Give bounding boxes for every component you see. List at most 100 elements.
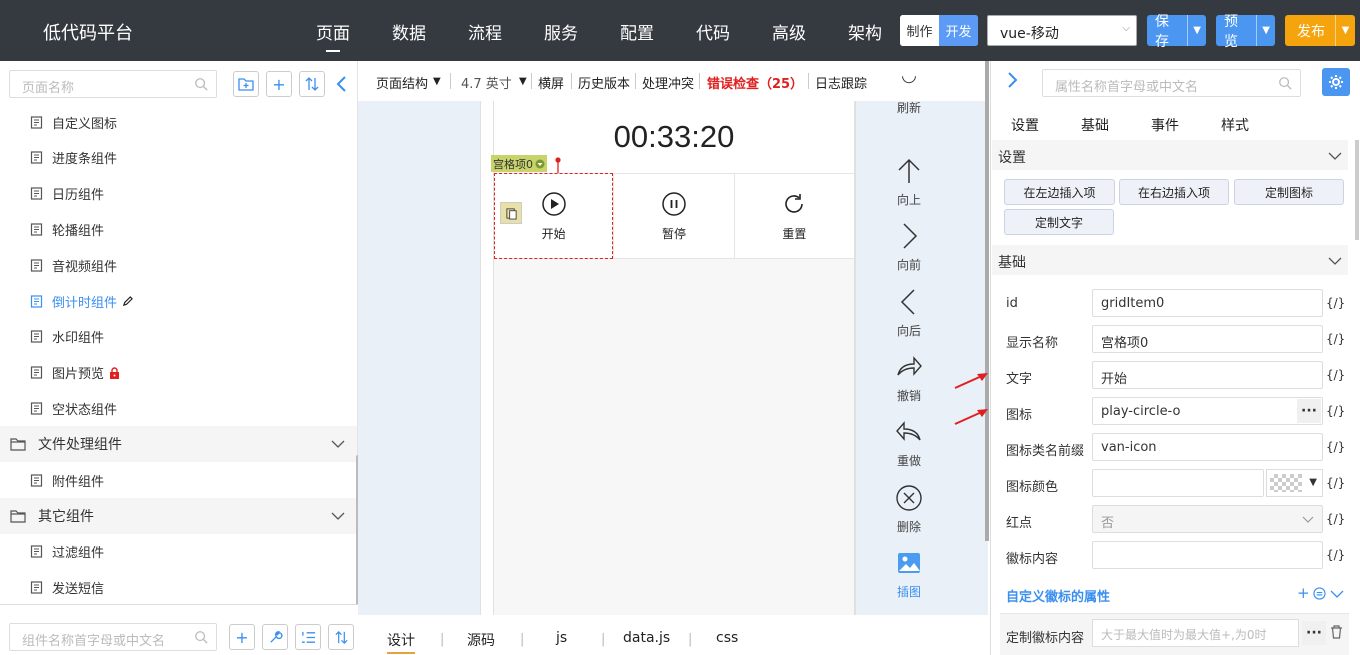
preview-button[interactable]: 预览 ▼ bbox=[1216, 14, 1275, 50]
screen-size-select[interactable]: 4.7 英寸 bbox=[461, 73, 512, 92]
nav-config[interactable]: 配置 bbox=[620, 19, 654, 44]
text-field[interactable]: 开始 bbox=[1092, 361, 1323, 389]
grid-item-pause[interactable]: 暂停 bbox=[614, 174, 735, 258]
countdown-timer[interactable]: 00:33:20 bbox=[494, 101, 854, 173]
custom-icon-button[interactable]: 定制图标 bbox=[1234, 179, 1344, 205]
insert-right-button[interactable]: 在右边插入项 bbox=[1119, 179, 1229, 205]
tab-style[interactable]: 样式 bbox=[1221, 115, 1249, 135]
nav-flow[interactable]: 流程 bbox=[468, 19, 502, 44]
section-basic-header[interactable]: 基础 bbox=[992, 245, 1348, 275]
trash-icon[interactable] bbox=[1330, 625, 1343, 639]
expand-right-icon[interactable] bbox=[1007, 71, 1019, 89]
nav-advanced[interactable]: 高级 bbox=[772, 19, 806, 44]
tree-item[interactable]: 日历组件 bbox=[0, 176, 357, 212]
insert-left-button[interactable]: 在左边插入项 bbox=[1004, 179, 1115, 205]
custom-badge-input[interactable]: 大于最大值时为最大值+,为0时 bbox=[1092, 619, 1299, 647]
nav-code[interactable]: 代码 bbox=[696, 19, 730, 44]
tree-item[interactable]: 音视频组件 bbox=[0, 247, 357, 283]
tree-group[interactable]: 文件处理组件 bbox=[0, 426, 357, 463]
publish-button[interactable]: 发布 ▼ bbox=[1285, 15, 1355, 46]
redo-tool[interactable]: 重做 bbox=[880, 418, 938, 469]
code-binding-button[interactable]: {/} bbox=[1326, 476, 1345, 490]
tab-js[interactable]: js bbox=[556, 630, 567, 646]
code-binding-button[interactable]: {/} bbox=[1326, 332, 1345, 346]
tab-settings[interactable]: 设置 bbox=[1011, 115, 1039, 135]
nav-page[interactable]: 页面 bbox=[316, 19, 350, 52]
icon-color-field[interactable] bbox=[1092, 469, 1264, 497]
tab-events[interactable]: 事件 bbox=[1151, 115, 1179, 135]
id-field[interactable]: gridItem0 bbox=[1092, 289, 1323, 317]
code-binding-button[interactable]: {/} bbox=[1326, 368, 1345, 382]
nav-data[interactable]: 数据 bbox=[392, 19, 426, 44]
badge-content-field[interactable] bbox=[1092, 541, 1323, 569]
tree-group[interactable]: 其它组件 bbox=[0, 497, 357, 534]
caret-down-icon[interactable]: ▼ bbox=[1335, 15, 1355, 46]
landscape-button[interactable]: 横屏 bbox=[538, 73, 564, 92]
tree-item[interactable]: 空状态组件 bbox=[0, 390, 357, 426]
red-dot-select[interactable]: 否 bbox=[1092, 505, 1323, 533]
tree-item[interactable]: 附件组件 bbox=[0, 462, 357, 498]
caret-down-icon[interactable]: ▼ bbox=[519, 76, 527, 87]
list-circle-icon[interactable] bbox=[1313, 587, 1326, 600]
tree-item[interactable]: 自定义图标 bbox=[0, 104, 357, 140]
tab-design[interactable]: 设计 bbox=[387, 630, 415, 654]
edit-icon[interactable] bbox=[122, 295, 133, 307]
add-page-button[interactable]: + bbox=[266, 71, 292, 97]
error-check-button[interactable]: 错误检查（25） bbox=[707, 73, 803, 92]
tree-item[interactable]: 过滤组件 bbox=[0, 534, 357, 570]
code-binding-button[interactable]: {/} bbox=[1326, 296, 1345, 310]
list-order-button[interactable] bbox=[295, 624, 321, 650]
tools-button[interactable] bbox=[262, 624, 288, 650]
tree-item[interactable]: 水印组件 bbox=[0, 319, 357, 355]
scrollbar[interactable] bbox=[985, 61, 989, 541]
more-icon[interactable]: ··· bbox=[1302, 621, 1326, 645]
display-name-field[interactable]: 宫格项0 bbox=[1092, 325, 1323, 353]
tree-item[interactable]: 发送短信 bbox=[0, 569, 357, 605]
caret-down-icon[interactable]: ▼ bbox=[1187, 15, 1206, 46]
sort-button[interactable] bbox=[328, 624, 354, 650]
tree-item[interactable]: 倒计时组件 bbox=[0, 283, 357, 319]
code-binding-button[interactable]: {/} bbox=[1326, 440, 1345, 454]
component-search-input[interactable]: 组件名称首字母或中文名 bbox=[9, 623, 217, 651]
refresh-tool[interactable]: 刷新 bbox=[880, 75, 938, 116]
plus-icon[interactable]: + bbox=[1297, 584, 1310, 602]
tab-basic[interactable]: 基础 bbox=[1081, 115, 1109, 135]
color-picker[interactable]: ▼ bbox=[1266, 469, 1323, 497]
icon-prefix-field[interactable]: van-icon bbox=[1092, 433, 1323, 461]
mode-dev-button[interactable]: 开发 bbox=[939, 15, 978, 46]
mode-toggle[interactable]: 制作 开发 bbox=[900, 15, 978, 46]
property-search-input[interactable]: 属性名称首字母或中文名 bbox=[1042, 69, 1301, 97]
icon-field[interactable]: play-circle-o ··· bbox=[1092, 397, 1323, 425]
copy-icon[interactable] bbox=[500, 202, 522, 224]
collapse-left-icon[interactable] bbox=[335, 75, 349, 93]
tree-item[interactable]: 图片预览 bbox=[0, 355, 357, 391]
delete-tool[interactable]: 删除 bbox=[880, 484, 938, 535]
grid-item-reset[interactable]: 重置 bbox=[735, 174, 854, 258]
code-binding-button[interactable]: {/} bbox=[1326, 512, 1345, 526]
more-icon[interactable]: ··· bbox=[1297, 399, 1321, 423]
tree-item[interactable]: 进度条组件 bbox=[0, 140, 357, 176]
save-button[interactable]: 保存 ▼ bbox=[1147, 14, 1206, 50]
scrollbar[interactable] bbox=[1355, 140, 1359, 240]
forward-tool[interactable]: 向前 bbox=[880, 222, 938, 273]
add-component-button[interactable]: + bbox=[229, 624, 255, 650]
code-binding-button[interactable]: {/} bbox=[1326, 404, 1345, 418]
add-folder-button[interactable] bbox=[233, 71, 259, 97]
tab-data-js[interactable]: data.js bbox=[623, 630, 670, 646]
move-up-tool[interactable]: 向上 bbox=[880, 157, 938, 208]
code-binding-button[interactable]: {/} bbox=[1326, 548, 1345, 562]
tree-item[interactable]: 轮播组件 bbox=[0, 211, 357, 247]
nav-service[interactable]: 服务 bbox=[544, 19, 578, 44]
insert-image-tool[interactable]: 插图 bbox=[880, 549, 938, 600]
undo-tool[interactable]: 撤销 bbox=[880, 353, 938, 404]
page-structure-button[interactable]: 页面结构 bbox=[376, 73, 428, 92]
tab-source[interactable]: 源码 bbox=[467, 630, 495, 650]
mode-make-button[interactable]: 制作 bbox=[900, 15, 939, 46]
page-search-input[interactable]: 页面名称 bbox=[9, 70, 217, 98]
sort-button[interactable] bbox=[299, 71, 325, 97]
section-settings-header[interactable]: 设置 bbox=[992, 140, 1348, 170]
tab-css[interactable]: css bbox=[716, 630, 738, 646]
log-trace-button[interactable]: 日志跟踪 bbox=[815, 73, 867, 92]
caret-down-icon[interactable]: ▼ bbox=[1256, 15, 1275, 46]
custom-text-button[interactable]: 定制文字 bbox=[1004, 209, 1114, 235]
